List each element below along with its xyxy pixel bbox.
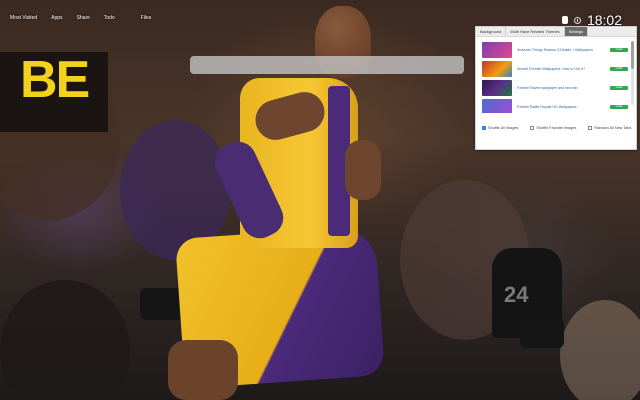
option-label: Shuffle All Images (488, 126, 519, 130)
install-button[interactable]: Install (610, 105, 628, 109)
player-leg (168, 340, 238, 400)
option-label: Shuffle Favorite Images (536, 126, 577, 130)
shuffle-options: Shuffle All Images Shuffle Favorite Imag… (482, 126, 631, 130)
theme-title[interactable]: Sunset Fortnite Wallpapers: How to Get I… (517, 67, 606, 71)
tab-settings[interactable]: Settings (564, 27, 589, 36)
panel-tabs: Background Multi Have Related Themes Set… (476, 27, 636, 37)
theme-thumbnail[interactable] (482, 99, 512, 113)
install-button[interactable]: Install (610, 67, 628, 71)
search-input[interactable] (190, 56, 464, 74)
weather-icon[interactable] (561, 16, 568, 24)
option-label: Random All New Tabs (594, 126, 632, 130)
link-most-visited[interactable]: Most Visited (10, 15, 37, 21)
install-button[interactable]: Install (610, 48, 628, 52)
link-todo[interactable]: Todo (104, 15, 115, 21)
tab-background[interactable]: Background (476, 27, 507, 36)
theme-thumbnail[interactable] (482, 42, 512, 58)
scrollbar-thumb[interactable] (631, 41, 634, 69)
theme-title[interactable]: Snazzier Things Season 3-Details + Wallp… (517, 48, 606, 52)
link-files[interactable]: Files (141, 15, 152, 21)
tab-related-themes[interactable]: Multi Have Related Themes (506, 27, 565, 36)
fan-jersey-number: 24 (504, 282, 529, 307)
top-links: Most Visited Apps Share Todo Files (10, 15, 151, 21)
theme-thumbnail[interactable] (482, 80, 512, 96)
link-share[interactable]: Share (77, 15, 90, 21)
link-apps[interactable]: Apps (51, 15, 62, 21)
theme-title[interactable]: Fortnite Raven wallpaper and new tab (517, 86, 606, 90)
list-item: Fortnite Raven wallpaper and new tab Ins… (482, 79, 628, 97)
theme-title[interactable]: Fortnite Battle Royale HD Wallpapers (517, 105, 606, 109)
list-scrollbar[interactable] (631, 41, 634, 105)
option-shuffle-all[interactable]: Shuffle All Images (482, 126, 518, 130)
list-item: Fortnite Battle Royale HD Wallpapers Ins… (482, 98, 628, 113)
player-arm (345, 140, 381, 200)
checkbox-shuffle-favorites[interactable] (530, 126, 535, 130)
install-button[interactable]: Install (610, 86, 628, 90)
settings-panel: Background Multi Have Related Themes Set… (475, 26, 637, 150)
fan-sign-text: BE (20, 51, 90, 109)
theme-list: Snazzier Things Season 3-Details + Wallp… (476, 37, 636, 113)
crowd-bottom-left (0, 280, 130, 400)
option-shuffle-favorites[interactable]: Shuffle Favorite Images (530, 126, 576, 130)
list-item: Snazzier Things Season 3-Details + Wallp… (482, 41, 628, 59)
list-item: Sunset Fortnite Wallpapers: How to Get I… (482, 60, 628, 78)
crowd-bottom-right (560, 300, 640, 400)
alarm-icon[interactable] (573, 16, 581, 24)
camera-right (520, 318, 564, 348)
checkbox-random-tabs[interactable] (588, 126, 593, 130)
checkbox-shuffle-all[interactable] (482, 126, 486, 130)
option-random-tabs[interactable]: Random All New Tabs (588, 126, 631, 130)
theme-thumbnail[interactable] (482, 61, 512, 77)
